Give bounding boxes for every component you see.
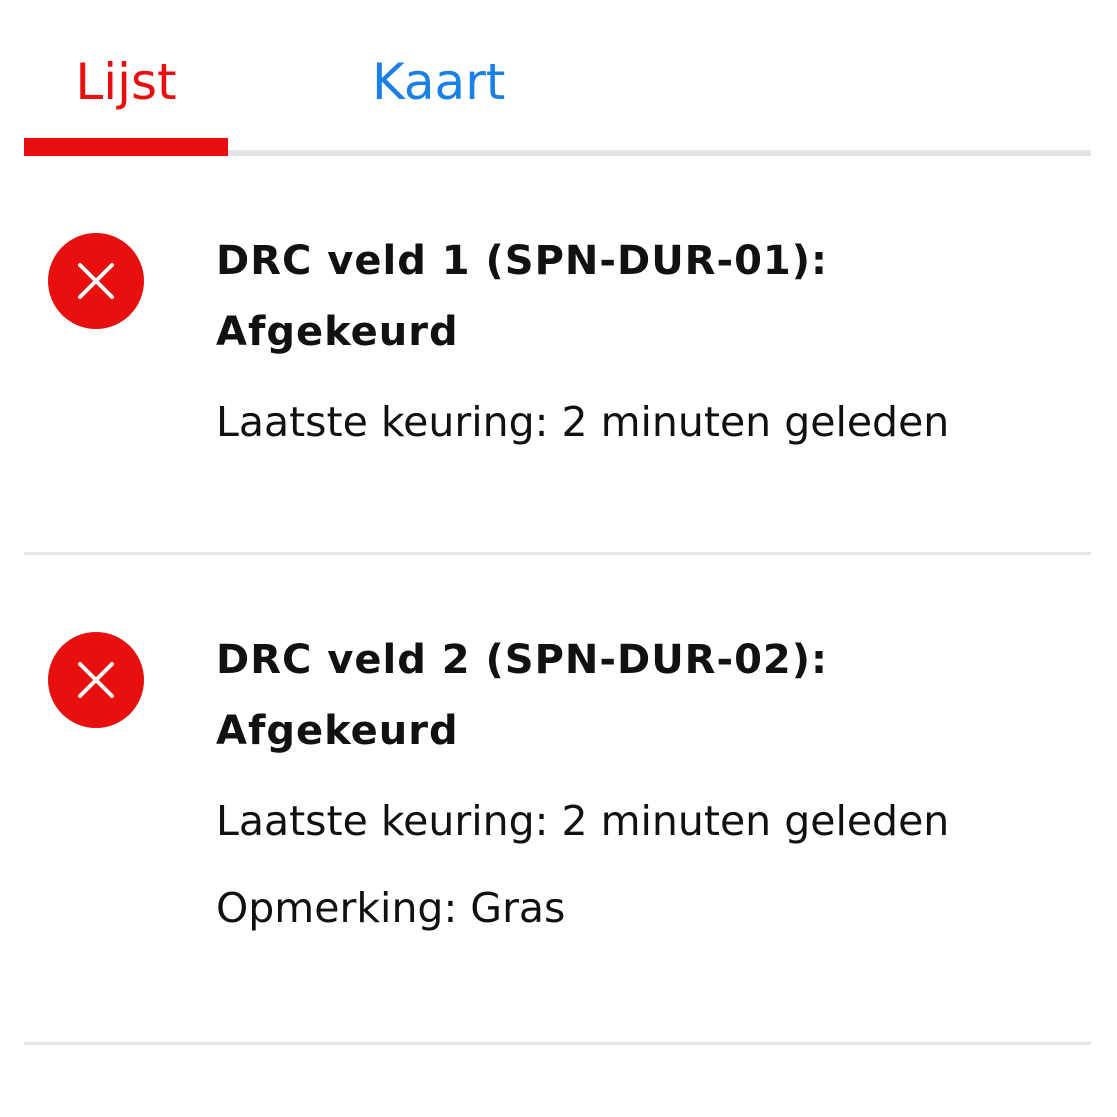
close-icon xyxy=(78,263,114,299)
list-item[interactable]: DRC veld 2 (SPN-DUR-02): Afgekeurd Laats… xyxy=(24,555,1091,1045)
remark-text: Opmerking: Gras xyxy=(216,884,566,932)
rejected-status-icon xyxy=(48,233,144,329)
tab-lijst[interactable]: Lijst xyxy=(24,52,228,112)
last-check-text: Laatste keuring: 2 minuten geleden xyxy=(216,797,950,845)
list-item[interactable]: DRC veld 1 (SPN-DUR-01): Afgekeurd Laats… xyxy=(24,156,1091,555)
last-check-text: Laatste keuring: 2 minuten geleden xyxy=(216,398,950,446)
active-tab-indicator xyxy=(24,138,228,156)
tab-bar: Lijst Kaart xyxy=(24,0,1091,156)
field-title: DRC veld 1 (SPN-DUR-01): Afgekeurd xyxy=(216,238,829,355)
field-list: DRC veld 1 (SPN-DUR-01): Afgekeurd Laats… xyxy=(24,156,1091,1045)
tab-kaart[interactable]: Kaart xyxy=(372,52,505,112)
close-icon xyxy=(78,662,114,698)
rejected-status-icon xyxy=(48,632,144,728)
field-title: DRC veld 2 (SPN-DUR-02): Afgekeurd xyxy=(216,637,829,754)
